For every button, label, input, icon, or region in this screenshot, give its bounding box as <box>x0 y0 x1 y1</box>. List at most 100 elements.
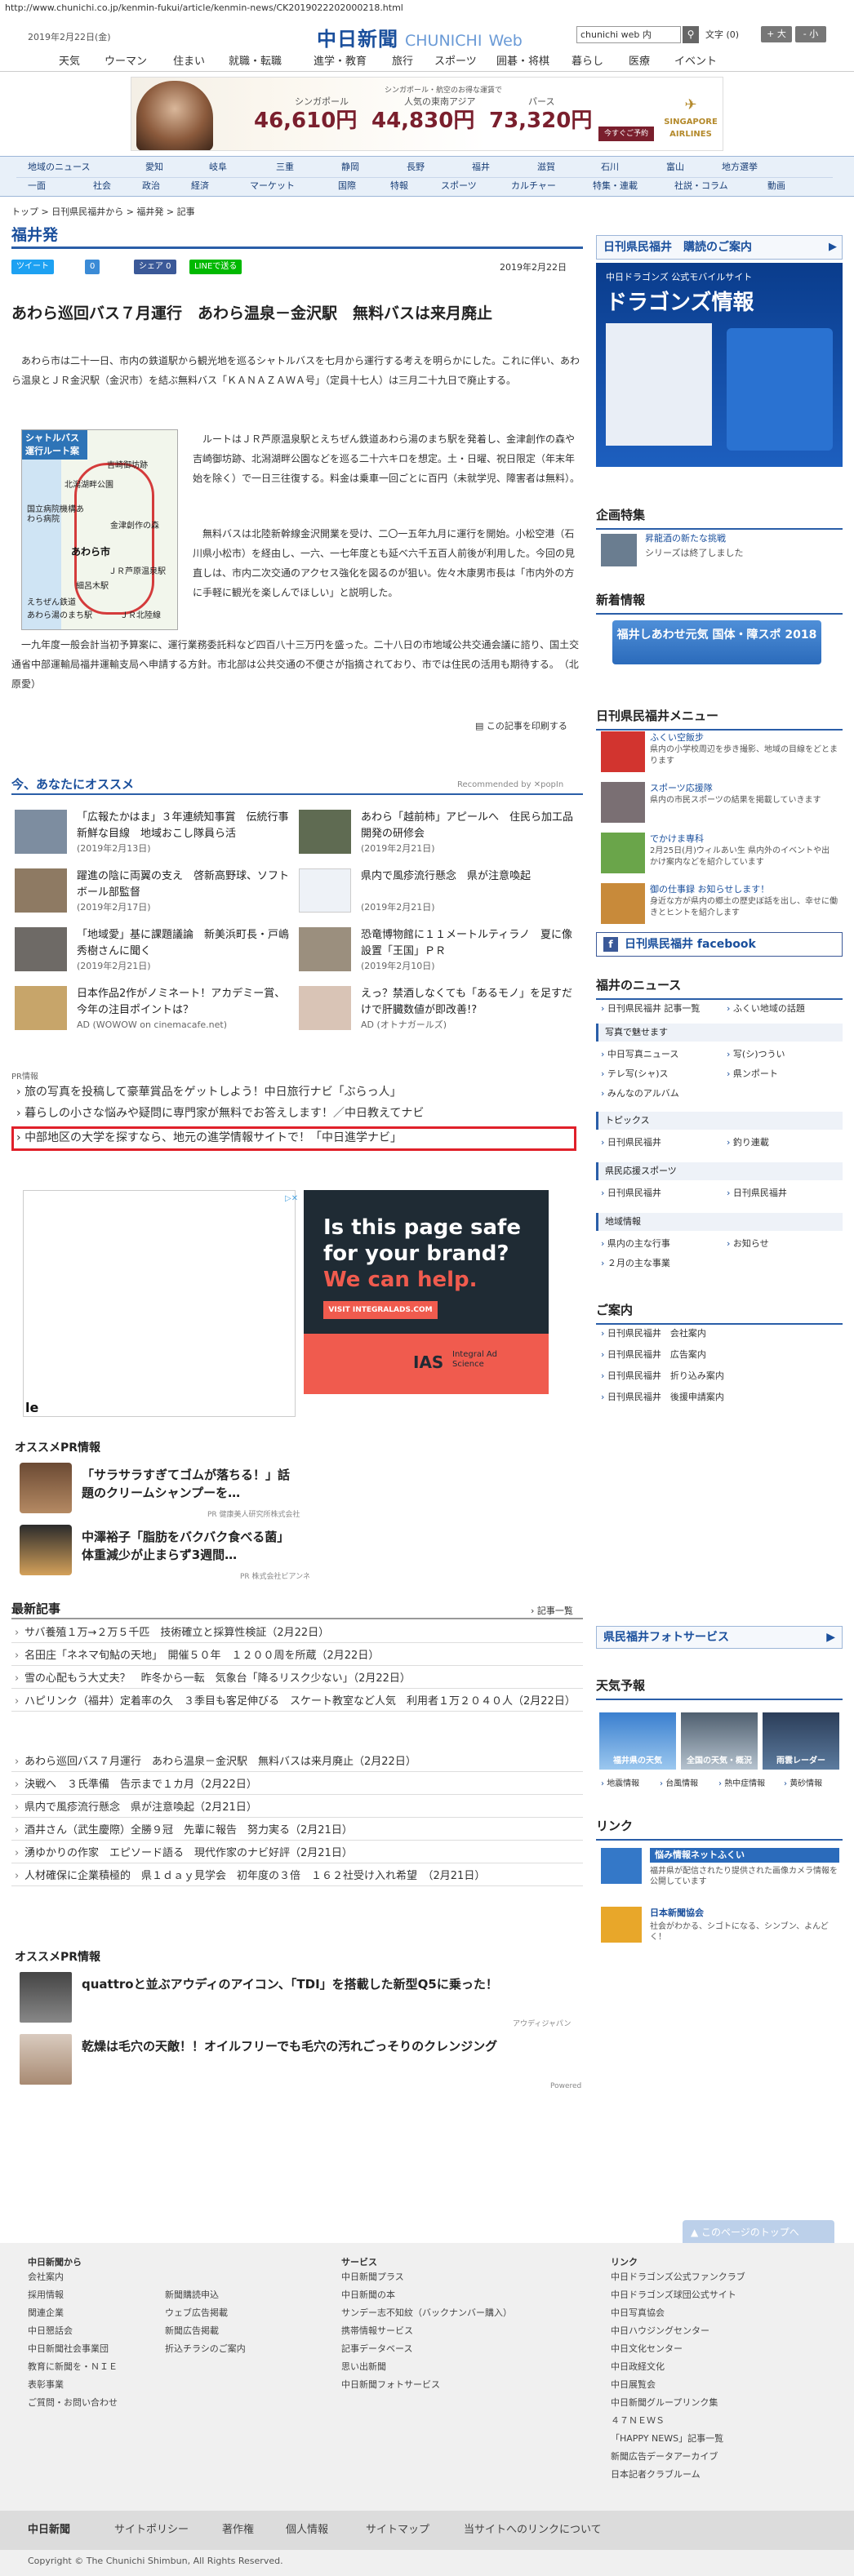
footer-bar-link[interactable]: サイトポリシー <box>114 2522 189 2538</box>
region-nav-item[interactable]: 地域のニュース <box>28 161 90 175</box>
topnav-item[interactable]: 進学・教育 <box>314 54 367 70</box>
topnav-item[interactable]: 旅行 <box>392 54 413 70</box>
footer-link[interactable]: 「HAPPY NEWS」記事一覧 <box>611 2432 723 2446</box>
news-list-item[interactable]: 決戦へ ３氏準備 告示まで１カ月（2月22日） <box>11 1776 583 1795</box>
topics-link[interactable]: 釣り連載 <box>727 1136 769 1150</box>
news-list-item[interactable]: 人材確保に企業積極的 県１ｄａｙ見学会 初年度の３倍 １６２社受け入れ希望 （2… <box>11 1868 583 1886</box>
topnav-item[interactable]: 天気 <box>59 54 80 70</box>
hatena-button[interactable]: 0 <box>85 260 100 274</box>
news-list-item[interactable]: ハピリンク（福井）定着率の久 ３季目も客足伸びる スケート教室など人気 利用者１… <box>11 1693 583 1712</box>
footer-link[interactable]: サンデー志不知紋（バックナンバー購入） <box>341 2307 512 2321</box>
topnav-item[interactable]: イベント <box>674 54 717 70</box>
pr-link[interactable]: › 中部地区の大学を探すなら、地元の進学情報サイトで！「中日進学ナビ」 <box>16 1130 402 1147</box>
news-list-item[interactable]: 名田庄「ネネマ旬鮎の天地」 開催５０年 １２００周を所蔵（2月22日） <box>11 1647 583 1666</box>
menu-item-title[interactable]: 御の仕事録 お知らせします！ <box>650 883 769 897</box>
weather-fukui-tile[interactable]: 福井県の天気 <box>599 1712 676 1770</box>
pr-link[interactable]: › 暮らしの小さな悩みや疑問に専門家が無料でお答えします！／中日教えてナビ <box>16 1105 424 1122</box>
adchoices-icon[interactable]: ▷✕ <box>285 1193 298 1205</box>
topnav-item[interactable]: 住まい <box>173 54 205 70</box>
recommend-item[interactable]: 「地域愛」基に課題議論 新美浜町長・戸嶋秀樹さんに聞く (2019年2月21日) <box>15 927 296 975</box>
region-nav-item[interactable]: 静岡 <box>341 161 359 175</box>
weather-sub-link[interactable]: 地震情報 <box>601 1778 639 1790</box>
footer-link[interactable]: ご質問・お問い合わせ <box>28 2396 118 2410</box>
news-list-item[interactable]: 湧ゆかりの作家 エピソード語る 現代作家のナビ好評（2月21日） <box>11 1845 583 1863</box>
topnav-item[interactable]: 就職・転職 <box>229 54 282 70</box>
category-nav-item[interactable]: 動画 <box>767 180 785 193</box>
font-smaller-button[interactable]: - 小 <box>795 26 826 42</box>
pr-link[interactable]: › 旅の写真を投稿して豪華賞品をゲットしよう！中日旅行ナビ「ぶらっ人」 <box>16 1084 402 1101</box>
footer-bar-link[interactable]: 個人情報 <box>286 2522 328 2538</box>
footer-link[interactable]: 中日政経文化 <box>611 2361 665 2374</box>
chiiki-link[interactable]: お知らせ <box>727 1237 769 1251</box>
ad-slot[interactable]: ▷✕ le <box>23 1190 298 1417</box>
dragons-banner[interactable]: 中日ドラゴンズ 公式モバイルサイト ドラゴンズ情報 <box>596 263 843 467</box>
fukui-news-link[interactable]: テレ写(シャ)ス <box>601 1068 669 1081</box>
fukui-news-link[interactable]: 中日写真ニュース <box>601 1048 678 1062</box>
footer-link[interactable]: 記事データベース <box>341 2343 412 2356</box>
footer-link[interactable]: 会社案内 <box>28 2271 64 2285</box>
footer-link[interactable]: 中日懇話会 <box>28 2325 73 2338</box>
footer-link[interactable]: 新聞広告データアーカイブ <box>611 2450 718 2464</box>
category-nav-item[interactable]: 社会 <box>93 180 111 193</box>
region-nav-item[interactable]: 福井 <box>472 161 490 175</box>
sports-link[interactable]: 日刊県民福井 <box>727 1187 787 1201</box>
recommend-item[interactable]: 日本作品2作がノミネート！アカデミー賞、今年の注目ポイントは？ AD (WOWOW… <box>15 986 296 1033</box>
region-nav-item[interactable]: 富山 <box>666 161 684 175</box>
ad-book-button[interactable]: 今すぐご予約 <box>598 127 654 141</box>
page-top-button[interactable]: ▲ このページのトップへ <box>683 2220 834 2245</box>
news-list-item[interactable]: サバ養殖１万→２万５千匹 技術確立と採算性検証（2月22日） <box>11 1624 583 1643</box>
osusume-pr-item[interactable]: 「サラサラすぎてゴムが落ちる！」話題のクリームシャンプーを… PR 健康美人研究… <box>20 1463 575 1520</box>
topnav-item[interactable]: ウーマン <box>105 54 147 70</box>
topnav-item[interactable]: スポーツ <box>434 54 477 70</box>
fukui-news-link[interactable]: 県ンポート <box>727 1068 778 1081</box>
guide-link[interactable]: 日刊県民福井 後援申請案内 <box>601 1391 724 1405</box>
ias-ad[interactable]: Is this page safe for your brand? We can h… <box>304 1190 549 1394</box>
guide-link[interactable]: 日刊県民福井 会社案内 <box>601 1327 706 1341</box>
print-link[interactable]: ▤ この記事を印刷する <box>475 720 567 734</box>
footer-link[interactable]: ４７ＮＥＷＳ <box>611 2414 665 2428</box>
category-nav-item[interactable]: 特報 <box>390 180 408 193</box>
topics-link[interactable]: 日刊県民福井 <box>601 1136 661 1150</box>
category-nav-item[interactable]: 国際 <box>338 180 356 193</box>
footer-link[interactable]: 採用情報 <box>28 2289 64 2303</box>
menu-item-title[interactable]: ふくい空飯步 <box>650 731 704 745</box>
region-nav-item[interactable]: 愛知 <box>145 161 163 175</box>
footer-link[interactable]: 中日新聞フォトサービス <box>341 2378 440 2392</box>
footer-link[interactable]: 中日写真協会 <box>611 2307 665 2321</box>
footer-link[interactable]: 携帯情報サービス <box>341 2325 413 2338</box>
category-nav-item[interactable]: 一面 <box>28 180 46 193</box>
footer-link[interactable]: 中日ドラゴンズ公式ファンクラブ <box>611 2271 745 2285</box>
news-list-item[interactable]: 県内で風疹流行懸念 県が注意喚起（2月21日） <box>11 1799 583 1818</box>
category-nav-item[interactable]: 経済 <box>191 180 209 193</box>
recommend-item-title[interactable]: 恐竜博物館に１１メートルティラノ 夏に像設置「王国」ＰＲ <box>361 927 580 960</box>
recommend-item[interactable]: えっ？禁酒しなくても「あるモノ」を足すだけで肝臓数値が即改善!? AD (オトナガ… <box>299 986 580 1033</box>
footer-link[interactable]: 中日展覧会 <box>611 2378 656 2392</box>
chiiki-link[interactable]: ２月の主な事業 <box>601 1257 670 1271</box>
category-nav-item[interactable]: 政治 <box>142 180 160 193</box>
category-nav-item[interactable]: マーケット <box>250 180 295 193</box>
footer-link[interactable]: 新聞広告掲載 <box>165 2325 219 2338</box>
font-larger-button[interactable]: + 大 <box>761 26 792 42</box>
osusume-pr-item-title[interactable]: 中澤裕子「脂肪をバクバク食べる菌」体重減少が止まらず3週間… <box>82 1528 294 1564</box>
recommend-item[interactable]: あわら「越前柿」アピールへ 住民ら加工品開発の研修会 (2019年2月21日) <box>299 810 580 857</box>
topnav-item[interactable]: 囲碁・将棋 <box>496 54 549 70</box>
weather-national-tile[interactable]: 全国の天気・概況 <box>681 1712 758 1770</box>
menu-item-title[interactable]: でかけま専科 <box>650 833 704 846</box>
weather-sub-link[interactable]: 熱中症情報 <box>718 1778 765 1790</box>
osusume-pr-item[interactable]: 乾燥は毛穴の天敵！！オイルフリーでも毛穴の汚れごっそりのクレンジング Power… <box>20 2034 581 2091</box>
breadcrumb[interactable]: トップ > 日刊県民福井から > 福井発 > 記事 <box>11 206 195 220</box>
weather-radar-tile[interactable]: 雨雲レーダー <box>763 1712 839 1770</box>
guide-link[interactable]: 日刊県民福井 折り込み案内 <box>601 1370 724 1383</box>
footer-link[interactable]: ウェブ広告掲載 <box>165 2307 228 2321</box>
fukui-news-link[interactable]: ふくい地域の話題 <box>727 1002 805 1016</box>
osusume-pr-item[interactable]: quattroと並ぶアウディのアイコン、「TDI」を搭載した新型Q5に乗った！ … <box>20 1972 575 2029</box>
footer-link[interactable]: 教育に新聞を・ＮＩＥ <box>28 2361 118 2374</box>
topnav-item[interactable]: 医療 <box>629 54 650 70</box>
ad-banner[interactable]: シンガポール・航空のお得な運賃で シンガポール 人気の東南アジア パース 46,… <box>131 77 723 151</box>
footer-bar-link[interactable]: サイトマップ <box>366 2522 429 2538</box>
recommend-item-title[interactable]: 「地域愛」基に課題議論 新美浜町長・戸嶋秀樹さんに聞く <box>77 927 296 960</box>
region-nav-item[interactable]: 地方選挙 <box>722 161 758 175</box>
news-list-item[interactable]: あわら巡回バス７月運行 あわら温泉－金沢駅 無料バスは来月廃止（2月22日） <box>11 1753 583 1772</box>
photo-service-banner[interactable]: 県民福井フォトサービス ▶ <box>596 1626 843 1649</box>
region-nav-item[interactable]: 石川 <box>601 161 619 175</box>
